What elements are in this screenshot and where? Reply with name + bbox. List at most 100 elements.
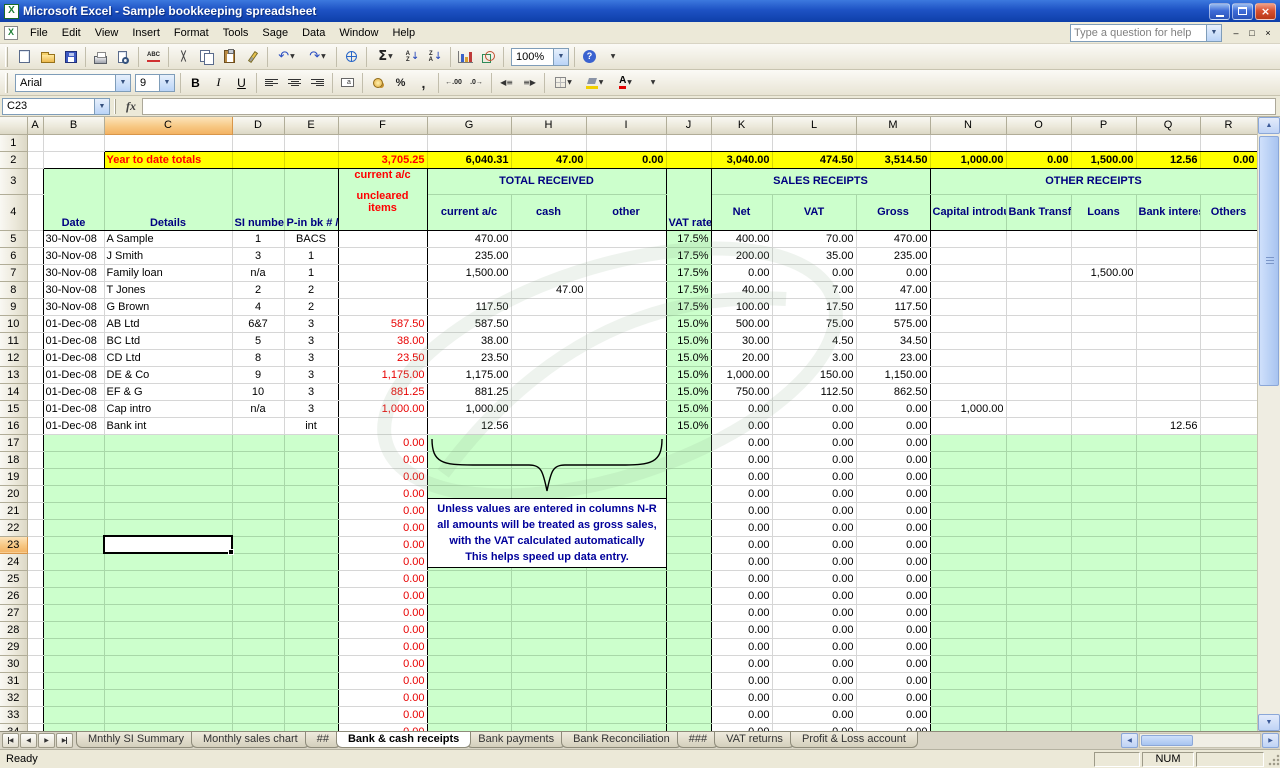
cell-E28[interactable] bbox=[284, 621, 338, 638]
cell-F22[interactable]: 0.00 bbox=[338, 519, 427, 536]
cell-R33[interactable] bbox=[1200, 706, 1257, 723]
cell-F28[interactable]: 0.00 bbox=[338, 621, 427, 638]
cell-E26[interactable] bbox=[284, 587, 338, 604]
cell-E6[interactable]: 1 bbox=[284, 247, 338, 264]
cell-A7[interactable] bbox=[27, 264, 43, 281]
cell-A24[interactable] bbox=[27, 553, 43, 570]
cell-P11[interactable] bbox=[1071, 332, 1136, 349]
cell-L1[interactable] bbox=[772, 134, 856, 151]
cell-M8[interactable]: 47.00 bbox=[856, 281, 930, 298]
cell-C33[interactable] bbox=[104, 706, 232, 723]
row-header-8[interactable]: 8 bbox=[0, 281, 27, 298]
row-header-7[interactable]: 7 bbox=[0, 264, 27, 281]
menu-file[interactable]: File bbox=[23, 24, 55, 42]
cell-Q5[interactable] bbox=[1136, 230, 1200, 247]
tab-bank-reconciliation[interactable]: Bank Reconciliation bbox=[561, 732, 682, 748]
cell-K31[interactable]: 0.00 bbox=[711, 672, 772, 689]
cell-F11[interactable]: 38.00 bbox=[338, 332, 427, 349]
cell-P22[interactable] bbox=[1071, 519, 1136, 536]
cell-E15[interactable]: 3 bbox=[284, 400, 338, 417]
cell-J1[interactable] bbox=[666, 134, 711, 151]
cell-K16[interactable]: 0.00 bbox=[711, 417, 772, 434]
cell-J2[interactable] bbox=[666, 151, 711, 168]
open-button[interactable] bbox=[36, 46, 59, 68]
cell-L33[interactable]: 0.00 bbox=[772, 706, 856, 723]
cell-I31[interactable] bbox=[586, 672, 666, 689]
cell-N12[interactable] bbox=[930, 349, 1006, 366]
cell-J18[interactable] bbox=[666, 451, 711, 468]
cell-P6[interactable] bbox=[1071, 247, 1136, 264]
cell-J25[interactable] bbox=[666, 570, 711, 587]
cell-E5[interactable]: BACS bbox=[284, 230, 338, 247]
column-header-H[interactable]: H bbox=[511, 117, 586, 134]
cell-O19[interactable] bbox=[1006, 468, 1071, 485]
cell-J29[interactable] bbox=[666, 638, 711, 655]
row-header-32[interactable]: 32 bbox=[0, 689, 27, 706]
cell-E10[interactable]: 3 bbox=[284, 315, 338, 332]
cell-M32[interactable]: 0.00 bbox=[856, 689, 930, 706]
new-button[interactable] bbox=[13, 46, 36, 68]
cell-M13[interactable]: 1,150.00 bbox=[856, 366, 930, 383]
cell-P27[interactable] bbox=[1071, 604, 1136, 621]
cell-O16[interactable] bbox=[1006, 417, 1071, 434]
cell-C2[interactable]: Year to date totals bbox=[104, 151, 232, 168]
cell-G2[interactable]: 6,040.31 bbox=[427, 151, 511, 168]
font-color-button[interactable]: A▼ bbox=[610, 72, 641, 94]
cell-O1[interactable] bbox=[1006, 134, 1071, 151]
cell-A9[interactable] bbox=[27, 298, 43, 315]
zoom-dropdown-icon[interactable]: ▼ bbox=[553, 49, 568, 65]
cell-A32[interactable] bbox=[27, 689, 43, 706]
cell-Q14[interactable] bbox=[1136, 383, 1200, 400]
cell-H28[interactable] bbox=[511, 621, 586, 638]
column-header-C[interactable]: C bbox=[104, 117, 232, 134]
cell-N22[interactable] bbox=[930, 519, 1006, 536]
cell-G12[interactable]: 23.50 bbox=[427, 349, 511, 366]
cell-K13[interactable]: 1,000.00 bbox=[711, 366, 772, 383]
cell-B34[interactable] bbox=[43, 723, 104, 731]
cell-C11[interactable]: BC Ltd bbox=[104, 332, 232, 349]
cell-N21[interactable] bbox=[930, 502, 1006, 519]
cell-N19[interactable] bbox=[930, 468, 1006, 485]
cell-H1[interactable] bbox=[511, 134, 586, 151]
cell-E29[interactable] bbox=[284, 638, 338, 655]
cell-G6[interactable]: 235.00 bbox=[427, 247, 511, 264]
cell-M27[interactable]: 0.00 bbox=[856, 604, 930, 621]
cell-B2[interactable] bbox=[43, 151, 104, 168]
cell-L20[interactable]: 0.00 bbox=[772, 485, 856, 502]
cell-K1[interactable] bbox=[711, 134, 772, 151]
cell-L13[interactable]: 150.00 bbox=[772, 366, 856, 383]
cell-A22[interactable] bbox=[27, 519, 43, 536]
scroll-left-button[interactable]: ◀ bbox=[1121, 733, 1138, 748]
help-input[interactable] bbox=[1071, 27, 1206, 39]
row-header-29[interactable]: 29 bbox=[0, 638, 27, 655]
cell-C21[interactable] bbox=[104, 502, 232, 519]
tab-bank-cash-receipts[interactable]: Bank & cash receipts bbox=[336, 732, 471, 748]
cell-O22[interactable] bbox=[1006, 519, 1071, 536]
cell-Q15[interactable] bbox=[1136, 400, 1200, 417]
cell-G34[interactable] bbox=[427, 723, 511, 731]
cell-I33[interactable] bbox=[586, 706, 666, 723]
cell-H32[interactable] bbox=[511, 689, 586, 706]
cell-B22[interactable] bbox=[43, 519, 104, 536]
cell-P8[interactable] bbox=[1071, 281, 1136, 298]
cell-L30[interactable]: 0.00 bbox=[772, 655, 856, 672]
column-header-J[interactable]: J bbox=[666, 117, 711, 134]
cell-D8[interactable]: 2 bbox=[232, 281, 284, 298]
menu-format[interactable]: Format bbox=[167, 24, 216, 42]
tab-profit-loss-account[interactable]: Profit & Loss account bbox=[790, 732, 918, 748]
cell-A21[interactable] bbox=[27, 502, 43, 519]
cell-G29[interactable] bbox=[427, 638, 511, 655]
cell-J17[interactable] bbox=[666, 434, 711, 451]
cell-I8[interactable] bbox=[586, 281, 666, 298]
cell-D9[interactable]: 4 bbox=[232, 298, 284, 315]
cell-M34[interactable]: 0.00 bbox=[856, 723, 930, 731]
column-header-A[interactable]: A bbox=[27, 117, 43, 134]
cell-K15[interactable]: 0.00 bbox=[711, 400, 772, 417]
cell-L17[interactable]: 0.00 bbox=[772, 434, 856, 451]
cell-H27[interactable] bbox=[511, 604, 586, 621]
cell-P9[interactable] bbox=[1071, 298, 1136, 315]
cell-O13[interactable] bbox=[1006, 366, 1071, 383]
cell-I32[interactable] bbox=[586, 689, 666, 706]
row-header-14[interactable]: 14 bbox=[0, 383, 27, 400]
cell-N34[interactable] bbox=[930, 723, 1006, 731]
